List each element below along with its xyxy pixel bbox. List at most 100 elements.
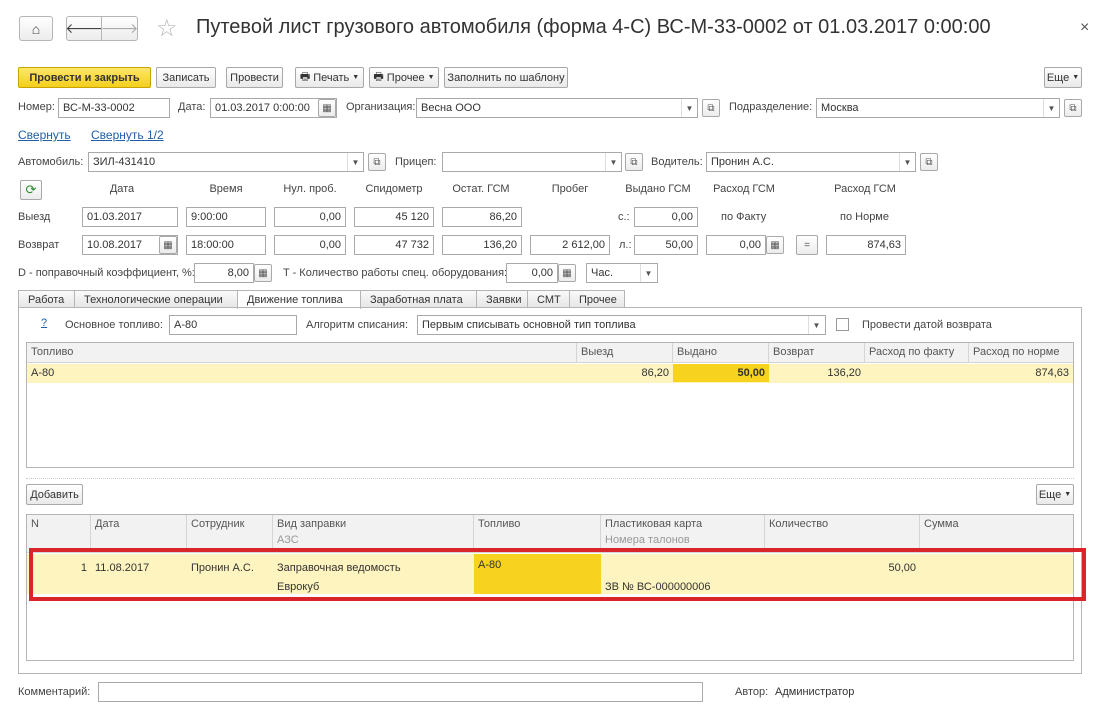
work-input[interactable]: 0,00 [506, 263, 558, 283]
trailer-input[interactable] [442, 152, 622, 172]
col-speedo: Спидометр [365, 183, 423, 195]
post-button[interactable]: Провести [226, 67, 283, 88]
norm-sub-label: по Норме [840, 211, 889, 223]
departure-speedo-input[interactable]: 45 120 [354, 207, 434, 227]
col-time: Время [209, 183, 243, 195]
auto-input[interactable]: ЗИЛ-431410 [88, 152, 364, 172]
dropdown-icon[interactable]: ▼ [605, 153, 621, 171]
calculator-icon[interactable]: ▦ [558, 264, 576, 282]
dropdown-icon[interactable]: ▼ [899, 153, 915, 171]
col-issued: Выдано ГСМ [625, 183, 691, 195]
return-fact-input[interactable]: 0,00 [706, 235, 766, 255]
driver-input[interactable]: Пронин А.С. [706, 152, 916, 172]
tab-tech-ops[interactable]: Технологические операции [74, 290, 238, 308]
trailer-label: Прицеп: [395, 156, 437, 168]
print-label: Печать [313, 71, 350, 84]
splitter[interactable] [26, 478, 1074, 479]
tab-other[interactable]: Прочее [569, 290, 625, 308]
highlight-frame [29, 548, 1086, 601]
number-input[interactable]: ВС-М-33-0002 [58, 98, 170, 118]
fuel-col-return[interactable]: Возврат [769, 343, 865, 363]
tab-salary[interactable]: Заработная плата [360, 290, 477, 308]
calculator-icon[interactable]: ▦ [254, 264, 272, 282]
collapse-half-link[interactable]: Свернуть 1/2 [91, 128, 164, 142]
open-icon[interactable]: ⧉ [368, 153, 386, 171]
comment-input[interactable] [98, 682, 703, 702]
fuel-col-fuel[interactable]: Топливо [27, 343, 577, 363]
home-button[interactable]: ⌂ [19, 16, 53, 41]
close-icon[interactable]: × [1080, 19, 1089, 37]
col-fuel-rest: Остат. ГСМ [452, 183, 510, 195]
back-button[interactable]: 🡐 [65, 16, 103, 41]
tab-smt[interactable]: СМТ [527, 290, 570, 308]
dropdown-icon[interactable]: ▼ [1043, 99, 1059, 117]
org-input[interactable]: Весна ООО [416, 98, 698, 118]
fuel-table[interactable]: Топливо Выезд Выдано Возврат Расход по ф… [26, 342, 1074, 468]
open-icon[interactable]: ⧉ [702, 99, 720, 117]
refuel-col-card-label: Пластиковая карта [605, 518, 703, 530]
fact-cell [865, 364, 969, 370]
return-speedo-input[interactable]: 47 732 [354, 235, 434, 255]
refresh-icon[interactable]: ⟳ [20, 180, 42, 200]
return-norm-input[interactable]: 874,63 [826, 235, 906, 255]
fuel-col-norm[interactable]: Расход по норме [969, 343, 1073, 363]
algo-select[interactable]: Первым списывать основной тип топлива [417, 315, 826, 335]
post-and-close-button[interactable]: Провести и закрыть [18, 67, 151, 88]
collapse-link[interactable]: Свернуть [18, 128, 71, 142]
printer-icon: 🖶 [373, 71, 384, 83]
more-label: Еще [1046, 71, 1070, 84]
print-button[interactable]: 🖶 Печать ▼ [295, 67, 364, 88]
calendar-icon[interactable]: ▦ [766, 236, 784, 254]
work-label: T - Количество работы спец. оборудования… [283, 267, 508, 279]
equals-button[interactable]: = [796, 235, 818, 255]
fuel-col-departure[interactable]: Выезд [577, 343, 673, 363]
more-button[interactable]: Еще ▼ [1044, 67, 1082, 88]
help-link[interactable]: ? [41, 317, 47, 329]
number-label: Номер: [18, 101, 55, 113]
col-norm: Расход ГСМ [834, 183, 896, 195]
main-fuel-input[interactable]: А-80 [169, 315, 297, 335]
calendar-icon[interactable]: ▦ [159, 236, 177, 254]
return-time-input[interactable]: 18:00:00 [186, 235, 266, 255]
return-mileage-input[interactable]: 2 612,00 [530, 235, 610, 255]
other-button[interactable]: 🖶 Прочее ▼ [369, 67, 439, 88]
dropdown-icon[interactable]: ▼ [640, 264, 656, 282]
open-icon[interactable]: ⧉ [1064, 99, 1082, 117]
fact-sub-label: по Факту [721, 211, 767, 223]
departure-date-input[interactable]: 01.03.2017 [82, 207, 178, 227]
return-zero-input[interactable]: 0,00 [274, 235, 346, 255]
star-icon[interactable]: ☆ [156, 14, 178, 43]
dept-input[interactable]: Москва [816, 98, 1060, 118]
calendar-icon[interactable]: ▦ [318, 99, 336, 117]
return-fuel-input[interactable]: 136,20 [442, 235, 522, 255]
return-date-checkbox[interactable] [836, 318, 849, 331]
tab-bar: Работа Технологические операции Движение… [18, 290, 625, 309]
save-button[interactable]: Записать [156, 67, 216, 88]
dropdown-icon[interactable]: ▼ [347, 153, 363, 171]
departure-time-input[interactable]: 9:00:00 [186, 207, 266, 227]
fuel-col-issued[interactable]: Выдано [673, 343, 769, 363]
return-issued-input[interactable]: 50,00 [634, 235, 698, 255]
driver-label: Водитель: [651, 156, 703, 168]
open-icon[interactable]: ⧉ [625, 153, 643, 171]
return-label: Возврат [18, 239, 60, 251]
refuel-more-label: Еще [1038, 488, 1062, 501]
coef-input[interactable]: 8,00 [194, 263, 254, 283]
printer-icon: 🖶 [299, 71, 311, 83]
add-button[interactable]: Добавить [26, 484, 83, 505]
table-row[interactable]: А-80 86,20 50,00 136,20 874,63 [27, 364, 1073, 383]
dropdown-icon[interactable]: ▼ [808, 316, 824, 334]
open-icon[interactable]: ⧉ [920, 153, 938, 171]
departure-issued-input[interactable]: 0,00 [634, 207, 698, 227]
forward-arrow-icon: 🡒 [100, 20, 139, 36]
forward-button[interactable]: 🡒 [101, 16, 138, 41]
tab-work[interactable]: Работа [18, 290, 75, 308]
fuel-col-fact[interactable]: Расход по факту [865, 343, 969, 363]
refuel-more-button[interactable]: Еще ▼ [1036, 484, 1074, 505]
fill-template-button[interactable]: Заполнить по шаблону [444, 67, 568, 88]
dropdown-icon[interactable]: ▼ [681, 99, 697, 117]
tab-requests[interactable]: Заявки [476, 290, 528, 308]
departure-zero-input[interactable]: 0,00 [274, 207, 346, 227]
page-title: Путевой лист грузового автомобиля (форма… [196, 16, 991, 38]
departure-fuel-input[interactable]: 86,20 [442, 207, 522, 227]
